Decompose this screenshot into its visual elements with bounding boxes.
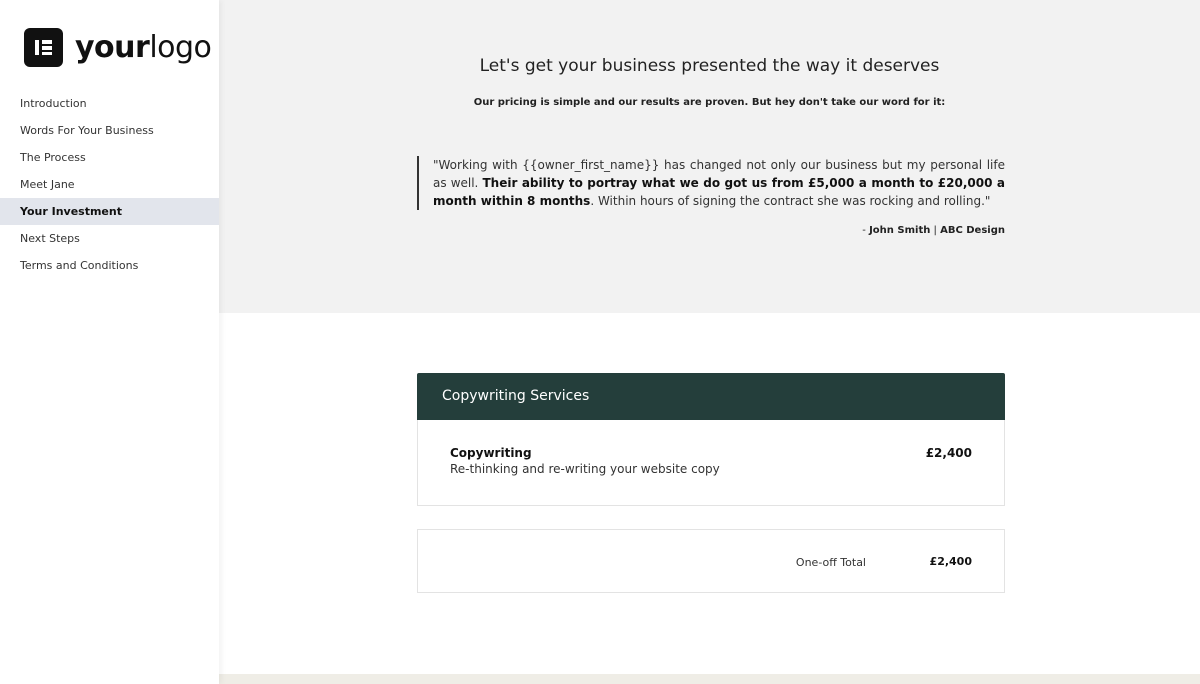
logo-icon — [24, 28, 63, 67]
total-summary: One-off Total £2,400 — [417, 529, 1005, 593]
page-subtitle: Our pricing is simple and our results ar… — [473, 97, 946, 108]
sidebar-item-words-for-your-business[interactable]: Words For Your Business — [0, 117, 219, 144]
quote-text-end: . Within hours of signing the contract s… — [590, 194, 991, 208]
sidebar-item-introduction[interactable]: Introduction — [0, 90, 219, 117]
pricing-row: Copywriting Re-thinking and re-writing y… — [417, 420, 1005, 506]
sidebar-item-next-steps[interactable]: Next Steps — [0, 225, 219, 252]
footer-strip — [219, 674, 1200, 684]
author-name: John Smith — [869, 225, 931, 236]
logo[interactable]: yourlogo — [24, 28, 212, 67]
service-name: Copywriting — [450, 446, 532, 460]
total-value: £2,400 — [929, 555, 972, 568]
pricing-table-header: Copywriting Services — [417, 373, 1005, 420]
testimonial-section: Let's get your business presented the wa… — [219, 0, 1200, 313]
author-separator: | — [930, 225, 941, 236]
author-company: ABC Design — [940, 225, 1005, 236]
total-label: One-off Total — [795, 556, 866, 569]
sidebar-nav: Introduction Words For Your Business The… — [0, 90, 219, 279]
sidebar-item-terms-and-conditions[interactable]: Terms and Conditions — [0, 252, 219, 279]
testimonial-quote: "Working with {{owner_first_name}} has c… — [417, 156, 1005, 210]
page-title: Let's get your business presented the wa… — [479, 56, 940, 76]
logo-text-bold: your — [75, 29, 150, 65]
sidebar: yourlogo Introduction Words For Your Bus… — [0, 0, 219, 684]
testimonial-author: - John Smith | ABC Design — [417, 225, 1005, 236]
sidebar-item-your-investment[interactable]: Your Investment — [0, 198, 219, 225]
logo-text-light: logo — [149, 29, 212, 65]
service-price: £2,400 — [925, 446, 972, 460]
service-description: Re-thinking and re-writing your website … — [450, 462, 720, 476]
sidebar-item-meet-jane[interactable]: Meet Jane — [0, 171, 219, 198]
logo-text: yourlogo — [75, 29, 212, 65]
sidebar-item-the-process[interactable]: The Process — [0, 144, 219, 171]
pricing-table: Copywriting Services Copywriting Re-thin… — [417, 373, 1005, 506]
